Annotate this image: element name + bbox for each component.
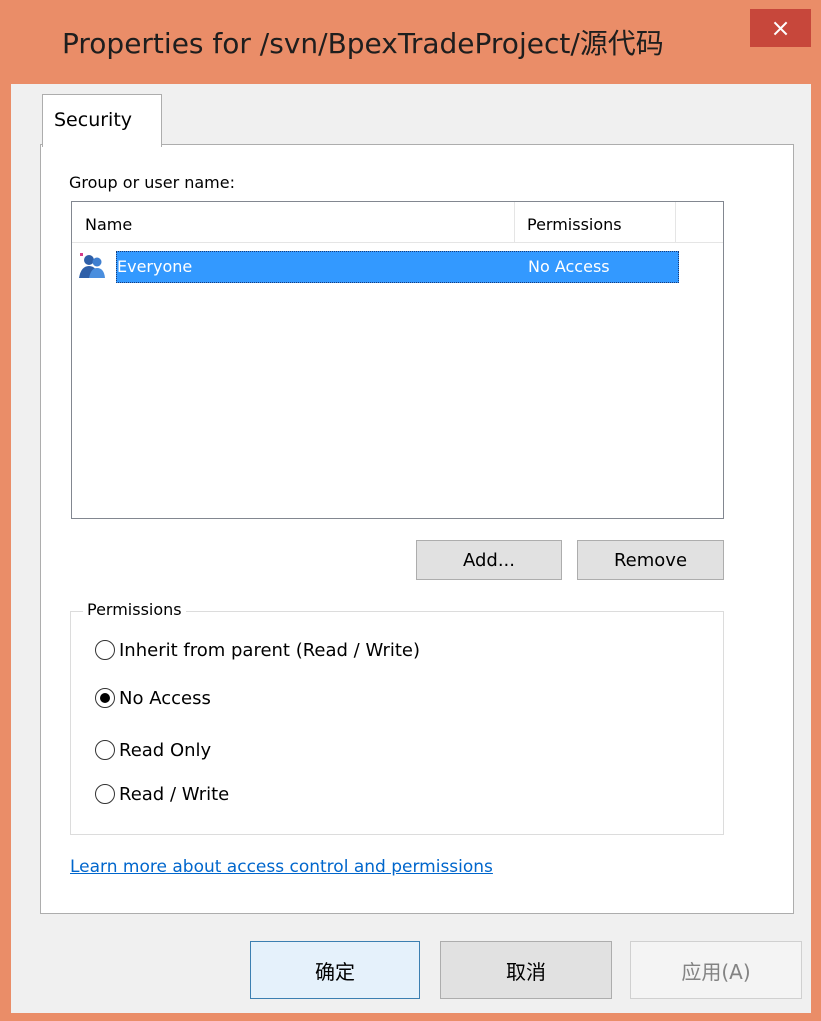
radio-no-access[interactable]: No Access — [95, 684, 211, 712]
add-button[interactable]: Add... — [416, 540, 562, 580]
radio-inherit-label: Inherit from parent (Read / Write) — [119, 639, 421, 661]
ok-button[interactable]: 确定 — [250, 941, 420, 999]
user-list[interactable]: Name Permissions Everyone No Access — [71, 201, 724, 519]
radio-read-write[interactable]: Read / Write — [95, 780, 229, 808]
title-bar[interactable]: Properties for /svn/BpexTradeProject/源代码… — [0, 0, 821, 84]
user-permission: No Access — [528, 257, 610, 276]
tab-security[interactable]: Security — [42, 94, 162, 147]
learn-more-link[interactable]: Learn more about access control and perm… — [70, 857, 493, 877]
cancel-button[interactable]: 取消 — [440, 941, 612, 999]
radio-read-only-label: Read Only — [119, 739, 212, 761]
group-icon — [79, 253, 105, 278]
column-header-permissions[interactable]: Permissions — [515, 202, 676, 242]
window-title: Properties for /svn/BpexTradeProject/源代码 — [62, 27, 664, 60]
radio-read-write-label: Read / Write — [119, 783, 230, 805]
apply-button[interactable]: 应用(A) — [630, 941, 802, 999]
radio-no-access-label: No Access — [119, 687, 211, 709]
security-panel: Group or user name: Name Permissions Eve… — [40, 144, 794, 914]
radio-inherit-circle[interactable] — [95, 640, 115, 660]
column-header-name-label: Name — [85, 215, 133, 234]
column-header-name[interactable]: Name — [72, 202, 515, 242]
column-header-permissions-label: Permissions — [527, 215, 622, 234]
close-button[interactable]: × — [750, 9, 811, 47]
radio-read-only[interactable]: Read Only — [95, 736, 211, 764]
radio-no-access-circle[interactable] — [95, 688, 115, 708]
tab-security-label: Security — [54, 109, 133, 131]
user-name: Everyone — [117, 257, 193, 276]
group-or-user-label: Group or user name: — [69, 173, 235, 192]
permissions-legend: Permissions — [83, 600, 186, 619]
list-item[interactable]: Everyone No Access — [75, 250, 679, 283]
radio-inherit[interactable]: Inherit from parent (Read / Write) — [95, 636, 420, 664]
radio-read-write-circle[interactable] — [95, 784, 115, 804]
dialog-client-area: Security Group or user name: Name Permis… — [11, 84, 811, 1013]
properties-window: Properties for /svn/BpexTradeProject/源代码… — [0, 0, 821, 1021]
list-header: Name Permissions — [72, 202, 723, 243]
permissions-group: Permissions Inherit from parent (Read / … — [70, 600, 724, 835]
remove-button[interactable]: Remove — [577, 540, 724, 580]
radio-read-only-circle[interactable] — [95, 740, 115, 760]
